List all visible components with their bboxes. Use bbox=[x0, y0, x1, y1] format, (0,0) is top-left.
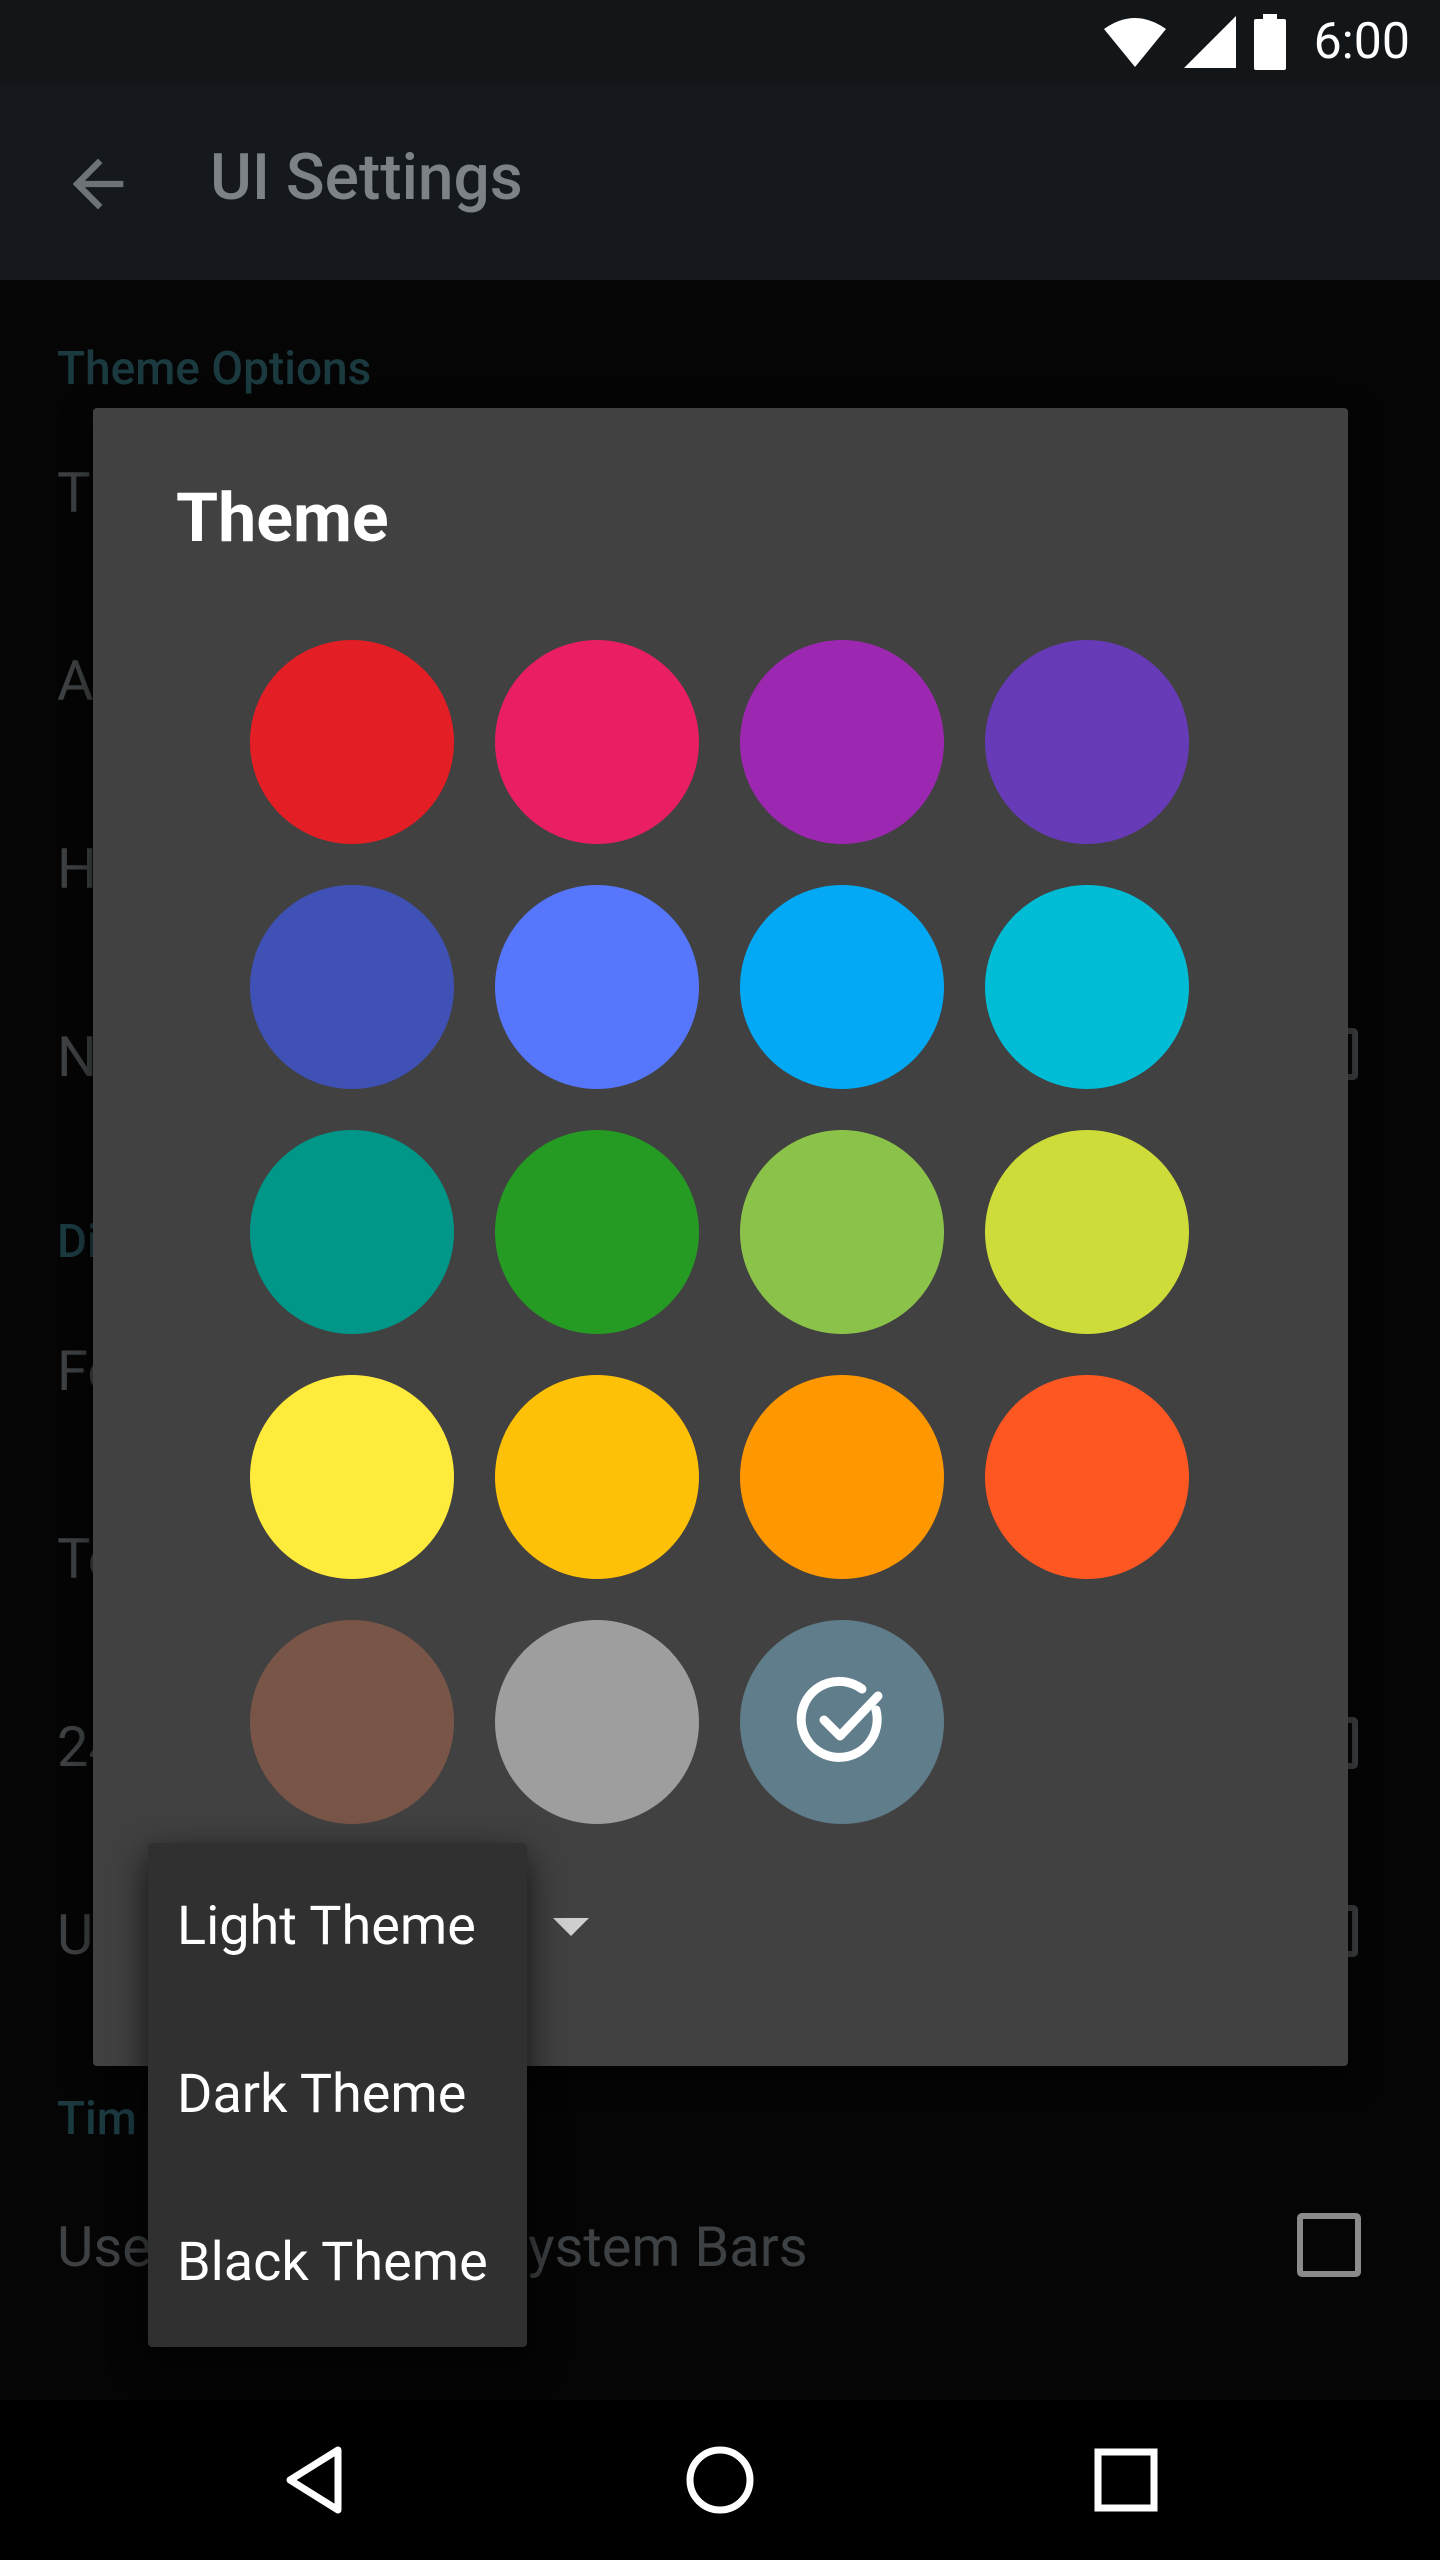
color-swatch-cyan[interactable] bbox=[985, 885, 1189, 1089]
color-swatch-light-green[interactable] bbox=[740, 1130, 944, 1334]
battery-icon bbox=[1253, 14, 1286, 70]
back-button[interactable] bbox=[60, 146, 136, 222]
color-swatch-orange[interactable] bbox=[740, 1375, 944, 1579]
recents-square-icon[interactable] bbox=[1086, 2440, 1166, 2520]
menu-item-light-theme[interactable]: Light Theme bbox=[177, 1895, 476, 1958]
color-swatch-blue-grey[interactable] bbox=[740, 1620, 944, 1824]
arrow-back-icon bbox=[72, 158, 124, 210]
color-swatch-pink[interactable] bbox=[495, 640, 699, 844]
menu-item-dark-theme[interactable]: Dark Theme bbox=[177, 2063, 466, 2126]
color-swatch-light-blue[interactable] bbox=[740, 885, 944, 1089]
status-time: 6:00 bbox=[1313, 13, 1410, 71]
color-swatch-green[interactable] bbox=[495, 1130, 699, 1334]
setting-item-system-bars-end[interactable]: ystem Bars bbox=[528, 2214, 808, 2280]
back-triangle-icon[interactable] bbox=[276, 2440, 356, 2520]
section-header-theme-options: Theme Options bbox=[57, 342, 372, 396]
theme-dialog: Theme bbox=[93, 408, 1348, 2066]
check-circle-icon bbox=[796, 1676, 883, 1762]
page-title: UI Settings bbox=[210, 140, 523, 215]
setting-item-system-bars-start[interactable]: Use bbox=[57, 2214, 152, 2280]
color-swatch-deep-purple[interactable] bbox=[985, 640, 1189, 844]
dropdown-arrow-icon[interactable] bbox=[553, 1918, 589, 1936]
navigation-bar bbox=[0, 2400, 1440, 2560]
setting-item-partial[interactable]: T bbox=[57, 460, 90, 526]
section-header-time: Tim bbox=[57, 2092, 137, 2146]
color-swatch-indigo[interactable] bbox=[250, 885, 454, 1089]
color-swatch-lime[interactable] bbox=[985, 1130, 1189, 1334]
color-swatch-grey[interactable] bbox=[495, 1620, 699, 1824]
color-swatch-purple[interactable] bbox=[740, 640, 944, 844]
dialog-title: Theme bbox=[176, 478, 389, 558]
setting-item-partial[interactable]: N bbox=[57, 1024, 97, 1090]
screen: 6:00 UI Settings Theme Options T A H N D… bbox=[0, 0, 1440, 2560]
menu-item-black-theme[interactable]: Black Theme bbox=[177, 2231, 488, 2294]
color-swatch-yellow[interactable] bbox=[250, 1375, 454, 1579]
setting-item-partial[interactable]: A bbox=[57, 648, 94, 714]
color-swatch-deep-orange[interactable] bbox=[985, 1375, 1189, 1579]
cellular-signal-icon bbox=[1183, 16, 1236, 68]
wifi-icon bbox=[1103, 18, 1166, 67]
color-swatch-brown[interactable] bbox=[250, 1620, 454, 1824]
color-swatch-red[interactable] bbox=[250, 640, 454, 844]
theme-menu: Light Theme Dark Theme Black Theme bbox=[148, 1843, 527, 2347]
color-swatch-teal[interactable] bbox=[250, 1130, 454, 1334]
home-circle-icon[interactable] bbox=[680, 2440, 760, 2520]
setting-item-partial[interactable]: U bbox=[57, 1902, 93, 1968]
status-bar: 6:00 bbox=[0, 0, 1440, 84]
setting-item-partial[interactable]: H bbox=[57, 836, 97, 902]
color-swatch-amber[interactable] bbox=[495, 1375, 699, 1579]
system-bars-checkbox[interactable] bbox=[1297, 2213, 1361, 2277]
color-swatch-blue[interactable] bbox=[495, 885, 699, 1089]
status-icons: 6:00 bbox=[1103, 0, 1410, 84]
app-bar: UI Settings bbox=[0, 84, 1440, 280]
